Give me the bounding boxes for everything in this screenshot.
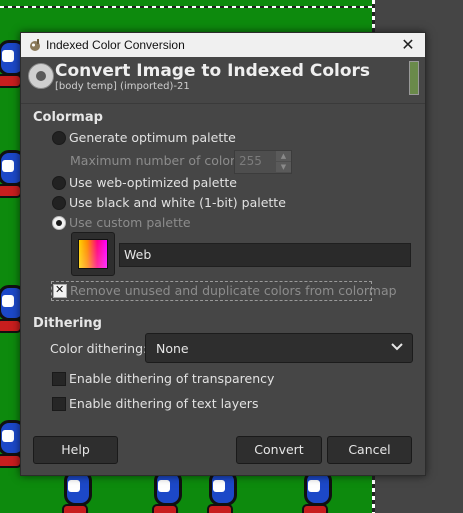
- radio-black-white[interactable]: [52, 196, 66, 210]
- indexed-color-conversion-dialog: Indexed Color Conversion ✕ Convert Image…: [20, 32, 426, 476]
- dialog-header: Convert Image to Indexed Colors [body te…: [21, 57, 425, 99]
- dither-transparency-checkbox[interactable]: [52, 372, 66, 386]
- window-title: Indexed Color Conversion: [46, 38, 185, 52]
- radio-label-generate-optimum: Generate optimum palette: [69, 130, 236, 145]
- dither-text-layers-checkbox[interactable]: [52, 397, 66, 411]
- color-dithering-value: None: [156, 341, 189, 356]
- max-colors-label: Maximum number of colors:: [70, 153, 246, 168]
- palette-name-value: Web: [124, 247, 152, 262]
- spin-up-icon[interactable]: ▲: [276, 151, 291, 161]
- chevron-down-icon: [391, 343, 403, 351]
- palette-select-button[interactable]: [71, 232, 115, 276]
- dialog-heading: Convert Image to Indexed Colors: [55, 61, 371, 81]
- radio-generate-optimum[interactable]: [52, 131, 66, 145]
- image-name: [body temp] (imported)-21: [55, 81, 190, 92]
- canvas-sprite: [0, 285, 26, 333]
- canvas-sprite: [0, 150, 26, 198]
- spin-down-icon[interactable]: ▼: [276, 162, 291, 172]
- dithering-section-title: Dithering: [33, 316, 102, 331]
- radio-label-black-white: Use black and white (1-bit) palette: [69, 195, 286, 210]
- title-bar[interactable]: Indexed Color Conversion ✕: [21, 33, 425, 57]
- canvas-sprite: [300, 470, 332, 513]
- gimp-wilber-icon: [30, 39, 40, 51]
- convert-button[interactable]: Convert: [236, 436, 322, 464]
- header-divider: [21, 103, 425, 104]
- selection-marquee-top: [0, 6, 375, 8]
- remove-unused-checkbox[interactable]: [53, 283, 67, 298]
- radio-web-optimized[interactable]: [52, 176, 66, 190]
- remove-unused-label: Remove unused and duplicate colors from …: [70, 283, 397, 298]
- canvas-sprite: [0, 40, 26, 88]
- palette-swatch-icon: [78, 239, 108, 269]
- help-button[interactable]: Help: [33, 436, 118, 464]
- dither-transparency-label: Enable dithering of transparency: [69, 371, 275, 386]
- radio-custom-palette[interactable]: [52, 216, 66, 230]
- color-dithering-dropdown[interactable]: None: [145, 333, 413, 363]
- canvas-sprite: [60, 470, 92, 513]
- dither-text-layers-label: Enable dithering of text layers: [69, 396, 259, 411]
- max-colors-value: 255: [239, 154, 262, 168]
- max-colors-spinner[interactable]: 255 ▲ ▼: [234, 150, 292, 174]
- color-dithering-label: Color dithering:: [50, 341, 148, 356]
- colormap-section-title: Colormap: [33, 110, 103, 125]
- cancel-button[interactable]: Cancel: [327, 436, 412, 464]
- close-icon[interactable]: ✕: [397, 34, 419, 56]
- palette-name-field[interactable]: Web: [119, 243, 411, 267]
- canvas-sprite: [150, 470, 182, 513]
- canvas-sprite: [0, 420, 26, 468]
- canvas-sprite: [205, 470, 237, 513]
- radio-label-custom-palette: Use custom palette: [69, 215, 191, 230]
- image-thumbnail: [409, 61, 419, 95]
- convert-indexed-icon: [28, 63, 54, 89]
- radio-label-web-optimized: Use web-optimized palette: [69, 175, 237, 190]
